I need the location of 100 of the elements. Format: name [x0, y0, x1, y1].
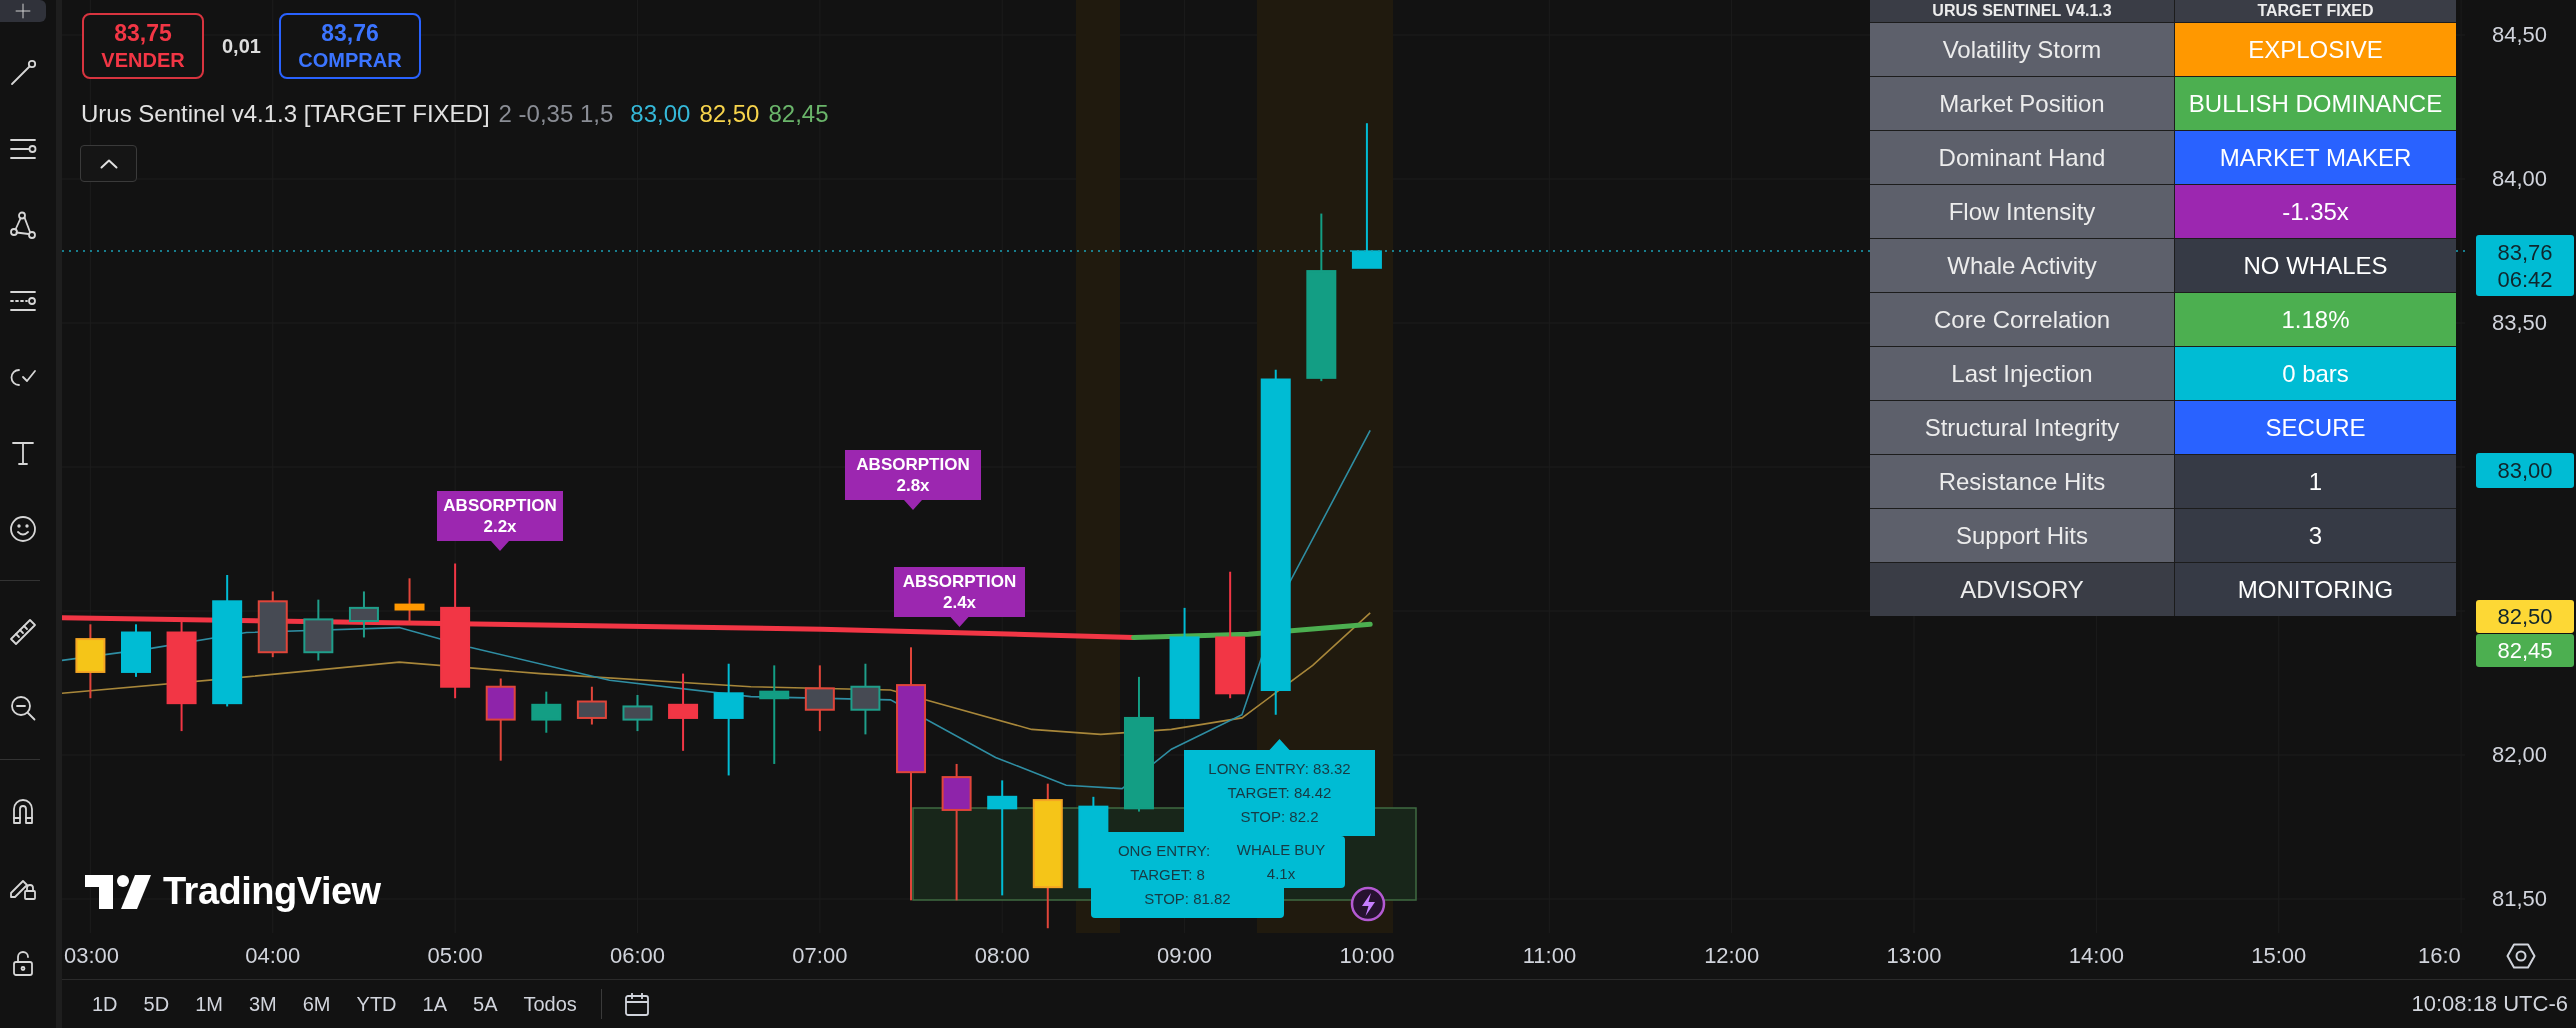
range-button[interactable]: 1A	[414, 990, 455, 1018]
range-button[interactable]: 1D	[84, 990, 126, 1018]
row-value-cell: 1	[2175, 455, 2456, 508]
callout-text: 4.1x	[1266, 864, 1296, 884]
callout-text: ABSORPTION	[443, 495, 557, 516]
buy-button[interactable]: 83,76 COMPRAR	[278, 13, 421, 79]
time-axis-label: 10:00	[1339, 943, 1395, 969]
row-label-cell: Last Injection	[1870, 347, 2174, 400]
row-value-cell: MONITORING	[2175, 563, 2456, 616]
callout-text: 2.8x	[896, 475, 930, 496]
range-button[interactable]: 6M	[294, 990, 339, 1018]
price-axis-label: 82,00	[2492, 742, 2548, 768]
candlestick	[257, 590, 288, 659]
indicator-value: 83,00	[630, 100, 691, 128]
callout-text: 2.4x	[942, 592, 977, 613]
row-label-cell: Structural Integrity	[1870, 401, 2174, 454]
row-value-cell: -1.35x	[2175, 185, 2456, 238]
time-axis-label: 14:00	[2068, 943, 2124, 969]
time-axis-label: 15:00	[2251, 943, 2307, 969]
row-value-cell: SECURE	[2175, 401, 2456, 454]
sell-button[interactable]: 83,75 VENDER	[82, 13, 204, 79]
candlestick	[394, 577, 425, 626]
price-label: 83,76	[2497, 238, 2553, 266]
nodes-icon	[8, 210, 38, 240]
time-axis-label: 13:00	[1886, 943, 1942, 969]
row-label-cell: Support Hits	[1870, 509, 2174, 562]
callout-text: LONG ENTRY: 83.32	[1208, 759, 1351, 779]
indicator-params: 2 -0,35 1,5	[498, 100, 614, 128]
callout-text: WHALE BUY	[1236, 840, 1326, 860]
row-value-cell: 0 bars	[2175, 347, 2456, 400]
callout-text: STOP: 81.82	[1144, 889, 1231, 909]
row-label-cell: ADVISORY	[1870, 563, 2174, 616]
callout-text: STOP: 82.2	[1240, 807, 1319, 827]
range-button[interactable]: 5D	[135, 990, 178, 1018]
row-label-cell: Whale Activity	[1870, 239, 2174, 292]
time-axis-label: 03:00	[64, 943, 120, 969]
lightning-icon	[1350, 886, 1386, 922]
range-button[interactable]: 5A	[465, 990, 506, 1018]
row-value-cell: 1.18%	[2175, 293, 2456, 346]
price-axis-label: 84,50	[2492, 22, 2548, 48]
candlestick	[804, 664, 835, 733]
callout-text: ABSORPTION	[856, 454, 970, 475]
time-axis-label: 07:00	[792, 943, 848, 969]
candlestick	[622, 693, 653, 733]
ruler-icon	[8, 617, 38, 647]
row-value-cell: MARKET MAKER	[2175, 131, 2456, 184]
range-button[interactable]: YTD	[348, 990, 405, 1018]
row-label-cell: Dominant Hand	[1870, 131, 2174, 184]
time-axis-label: 11:00	[1522, 943, 1577, 969]
chevron-up-icon	[99, 158, 118, 169]
crosshair-tool-button[interactable]	[0, 0, 46, 22]
settings-icon[interactable]	[2505, 941, 2536, 971]
header-cell: URUS SENTINEL V4.1.3	[1870, 0, 2174, 22]
clock-label: 10:08:18 UTC-6	[2411, 991, 2569, 1017]
time-axis-label: 12:00	[1704, 943, 1760, 969]
countdown-label: 06:42	[2497, 265, 2553, 293]
time-axis-label: 16:0	[2418, 943, 2461, 969]
spread-label: 0,01	[222, 34, 261, 58]
logo-icon	[85, 874, 151, 909]
time-axis-label: 04:00	[245, 943, 301, 969]
row-value-cell: BULLISH DOMINANCE	[2175, 77, 2456, 130]
magnifier-icon	[8, 693, 38, 723]
price-axis-label: 83,50	[2492, 310, 2548, 336]
time-axis-label: 05:00	[427, 943, 483, 969]
smiley-icon	[8, 514, 38, 544]
row-value-cell: 3	[2175, 509, 2456, 562]
price-tag: 82,45	[2476, 634, 2574, 667]
price-tag: 83,00	[2476, 453, 2574, 488]
row-label-cell: Market Position	[1870, 77, 2174, 130]
price-axis-label: 81,50	[2492, 886, 2548, 912]
range-button[interactable]: 3M	[240, 990, 285, 1018]
row-value-cell: NO WHALES	[2175, 239, 2456, 292]
header-cell: TARGET FIXED	[2175, 0, 2456, 22]
price-axis-label: 84,00	[2492, 166, 2548, 192]
collapse-button[interactable]	[80, 145, 137, 182]
callout-text: 2.2x	[483, 516, 517, 537]
candlestick	[576, 685, 607, 726]
candlestick	[348, 590, 379, 639]
row-label-cell: Core Correlation	[1870, 293, 2174, 346]
row-value-cell: EXPLOSIVE	[2175, 23, 2456, 76]
row-label-cell: Resistance Hits	[1870, 455, 2174, 508]
crosshair-icon	[15, 3, 31, 19]
indicator-value: 82,50	[699, 100, 760, 128]
range-button[interactable]: Todos	[515, 990, 585, 1018]
line-segment-icon	[8, 58, 38, 88]
row-label-cell: Flow Intensity	[1870, 185, 2174, 238]
callout-text: TARGET: 84.42	[1227, 783, 1332, 803]
callout-text: ABSORPTION	[902, 571, 1017, 592]
time-axis-label: 09:00	[1157, 943, 1213, 969]
row-label-cell: Volatility Storm	[1870, 23, 2174, 76]
logo-text: TradingView	[163, 870, 381, 913]
calendar-icon[interactable]	[623, 991, 650, 1017]
candlestick	[531, 690, 562, 734]
time-axis-label: 08:00	[974, 943, 1030, 969]
candlestick	[303, 598, 334, 662]
range-button[interactable]: 1M	[187, 990, 231, 1018]
callout-text: TARGET: 8	[1130, 865, 1205, 885]
callout-text: ONG ENTRY:	[1117, 841, 1211, 861]
indicator-name: Urus Sentinel v4.1.3 [TARGET FIXED]	[81, 100, 490, 128]
candlestick	[121, 623, 151, 678]
